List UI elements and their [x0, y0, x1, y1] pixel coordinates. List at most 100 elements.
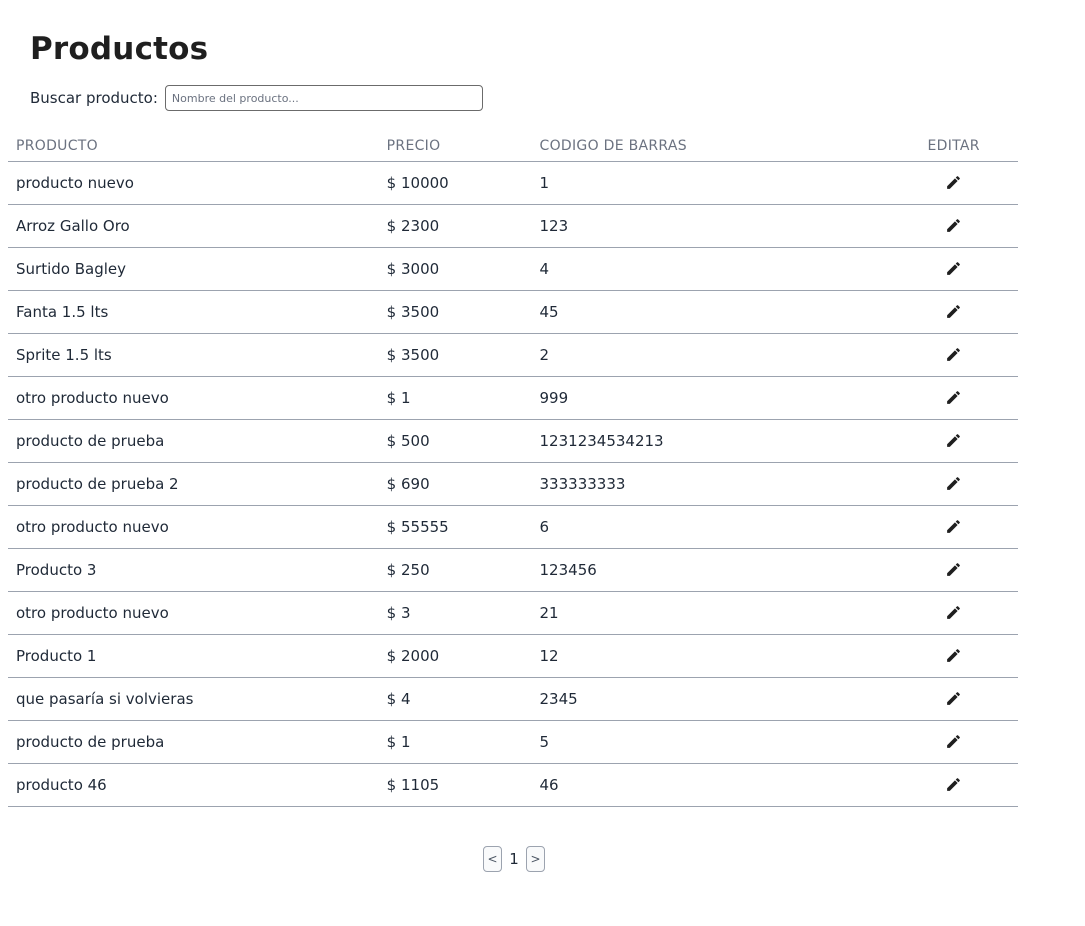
edit-button[interactable] — [943, 257, 965, 279]
column-header-product: PRODUCTO — [8, 130, 379, 162]
price-cell: $ 2300 — [378, 204, 532, 248]
product-name-cell: otro producto nuevo — [8, 376, 379, 420]
price-cell: $ 1 — [378, 720, 532, 764]
barcode-cell: 4 — [531, 247, 890, 291]
price-cell: $ 3 — [378, 591, 532, 635]
edit-button[interactable] — [943, 300, 965, 322]
edit-button[interactable] — [943, 343, 965, 365]
edit-cell — [889, 462, 1018, 506]
barcode-cell: 45 — [531, 290, 890, 334]
edit-button[interactable] — [943, 386, 965, 408]
column-header-barcode: CODIGO DE BARRAS — [531, 130, 890, 162]
price-cell: $ 2000 — [378, 634, 532, 678]
product-name-cell: producto de prueba — [8, 720, 379, 764]
table-row: otro producto nuevo $ 55555 6 — [8, 505, 1018, 549]
search-label: Buscar producto: — [30, 89, 158, 107]
edit-button[interactable] — [943, 429, 965, 451]
table-row: producto de prueba $ 500 1231234534213 — [8, 419, 1018, 463]
edit-button[interactable] — [943, 515, 965, 537]
edit-cell — [889, 677, 1018, 721]
pencil-icon — [945, 776, 962, 793]
table-body: producto nuevo $ 10000 1 Arroz Gallo Oro $ 2… — [8, 161, 1018, 807]
edit-cell — [889, 204, 1018, 248]
search-input[interactable] — [164, 85, 483, 111]
pencil-icon — [945, 217, 962, 234]
price-cell: $ 3000 — [378, 247, 532, 291]
page-title: Productos — [30, 31, 209, 67]
edit-cell — [889, 376, 1018, 420]
pencil-icon — [945, 174, 962, 191]
next-page-button[interactable]: > — [526, 846, 545, 872]
table-row: producto 46 $ 1105 46 — [8, 763, 1018, 807]
edit-button[interactable] — [943, 214, 965, 236]
table-row: Producto 3 $ 250 123456 — [8, 548, 1018, 592]
edit-button[interactable] — [943, 773, 965, 795]
edit-cell — [889, 161, 1018, 205]
product-name-cell: Fanta 1.5 lts — [8, 290, 379, 334]
products-page: Productos Buscar producto: — [30, 26, 1055, 112]
column-header-price: PRECIO — [378, 130, 532, 162]
price-cell: $ 500 — [378, 419, 532, 463]
edit-button[interactable] — [943, 472, 965, 494]
table-row: Fanta 1.5 lts $ 3500 45 — [8, 290, 1018, 334]
table-row: producto de prueba 2 $ 690 333333333 — [8, 462, 1018, 506]
price-cell: $ 3500 — [378, 290, 532, 334]
product-name-cell: otro producto nuevo — [8, 591, 379, 635]
table-row: Producto 1 $ 2000 12 — [8, 634, 1018, 678]
edit-button[interactable] — [943, 730, 965, 752]
edit-cell — [889, 548, 1018, 592]
prev-page-button[interactable]: < — [483, 846, 502, 872]
table-header-row: PRODUCTO PRECIO CODIGO DE BARRAS EDITAR — [8, 130, 1018, 162]
pencil-icon — [945, 647, 962, 664]
barcode-cell: 21 — [531, 591, 890, 635]
price-cell: $ 4 — [378, 677, 532, 721]
barcode-cell: 12 — [531, 634, 890, 678]
edit-button[interactable] — [943, 644, 965, 666]
price-cell: $ 250 — [378, 548, 532, 592]
pencil-icon — [945, 604, 962, 621]
pencil-icon — [945, 518, 962, 535]
product-name-cell: producto de prueba — [8, 419, 379, 463]
edit-button[interactable] — [943, 687, 965, 709]
column-header-edit: EDITAR — [889, 130, 1018, 162]
product-name-cell: Surtido Bagley — [8, 247, 379, 291]
edit-cell — [889, 591, 1018, 635]
product-name-cell: producto de prueba 2 — [8, 462, 379, 506]
edit-cell — [889, 634, 1018, 678]
table-row: otro producto nuevo $ 1 999 — [8, 376, 1018, 420]
edit-cell — [889, 333, 1018, 377]
price-cell: $ 10000 — [378, 161, 532, 205]
product-name-cell: Arroz Gallo Oro — [8, 204, 379, 248]
table-row: Surtido Bagley $ 3000 4 — [8, 247, 1018, 291]
edit-cell — [889, 505, 1018, 549]
table-header: PRODUCTO PRECIO CODIGO DE BARRAS EDITAR — [8, 130, 1018, 162]
pencil-icon — [945, 432, 962, 449]
barcode-cell: 123 — [531, 204, 890, 248]
edit-cell — [889, 720, 1018, 764]
edit-cell — [889, 419, 1018, 463]
barcode-cell: 5 — [531, 720, 890, 764]
product-name-cell: Sprite 1.5 lts — [8, 333, 379, 377]
table-row: producto de prueba $ 15 — [8, 720, 1018, 764]
price-cell: $ 55555 — [378, 505, 532, 549]
edit-cell — [889, 290, 1018, 334]
barcode-cell: 2345 — [531, 677, 890, 721]
edit-button[interactable] — [943, 171, 965, 193]
product-name-cell: Producto 3 — [8, 548, 379, 592]
price-cell: $ 1 — [378, 376, 532, 420]
table-row: Arroz Gallo Oro $ 2300 123 — [8, 204, 1018, 248]
price-cell: $ 690 — [378, 462, 532, 506]
table-row: Sprite 1.5 lts $ 3500 2 — [8, 333, 1018, 377]
barcode-cell: 46 — [531, 763, 890, 807]
price-cell: $ 1105 — [378, 763, 532, 807]
edit-cell — [889, 247, 1018, 291]
pencil-icon — [945, 260, 962, 277]
edit-button[interactable] — [943, 558, 965, 580]
edit-button[interactable] — [943, 601, 965, 623]
barcode-cell: 999 — [531, 376, 890, 420]
barcode-cell: 2 — [531, 333, 890, 377]
current-page-number: 1 — [509, 850, 519, 868]
table-row: que pasaría si volvieras $ 4 2345 — [8, 677, 1018, 721]
product-name-cell: producto nuevo — [8, 161, 379, 205]
pencil-icon — [945, 346, 962, 363]
